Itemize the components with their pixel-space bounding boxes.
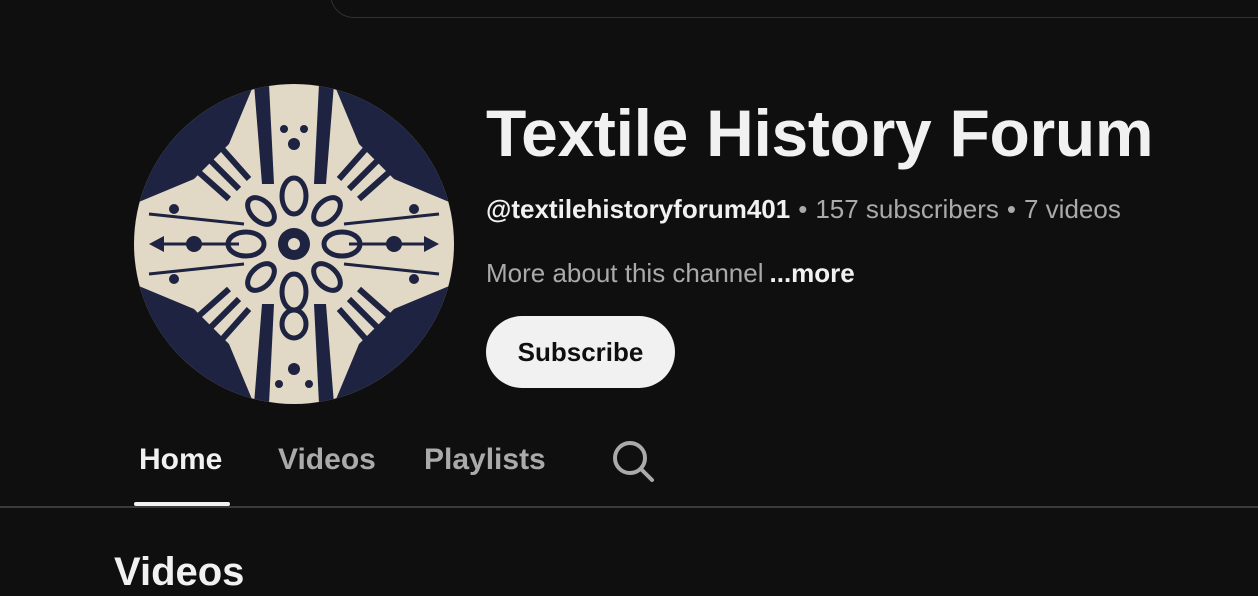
tab-playlists[interactable]: Playlists xyxy=(424,440,546,480)
tab-home[interactable]: Home xyxy=(139,440,222,480)
channel-title: Textile History Forum xyxy=(486,96,1154,170)
subscriber-count: 157 subscribers xyxy=(815,194,999,224)
search-icon[interactable] xyxy=(608,437,658,483)
channel-handle[interactable]: @textilehistoryforum401 xyxy=(486,194,790,224)
section-heading: Videos xyxy=(114,550,245,594)
tab-videos[interactable]: Videos xyxy=(278,440,376,480)
meta-separator: • xyxy=(1006,194,1016,224)
textile-pattern-avatar xyxy=(134,84,454,404)
channel-avatar[interactable] xyxy=(134,84,454,404)
channel-tabs: Home Videos Playlists xyxy=(0,420,1258,507)
search-box-edge[interactable] xyxy=(330,0,1258,18)
tabs-divider xyxy=(0,506,1258,508)
channel-meta: @textilehistoryforum401 • 157 subscribers •… xyxy=(486,192,1121,226)
channel-about-text: More about this channel xyxy=(486,258,764,288)
meta-separator: • xyxy=(798,194,808,224)
channel-about[interactable]: More about this channel ...more xyxy=(486,256,855,290)
video-count: 7 videos xyxy=(1023,194,1121,224)
subscribe-button[interactable]: Subscribe xyxy=(486,316,675,388)
more-link[interactable]: ...more xyxy=(770,258,855,288)
